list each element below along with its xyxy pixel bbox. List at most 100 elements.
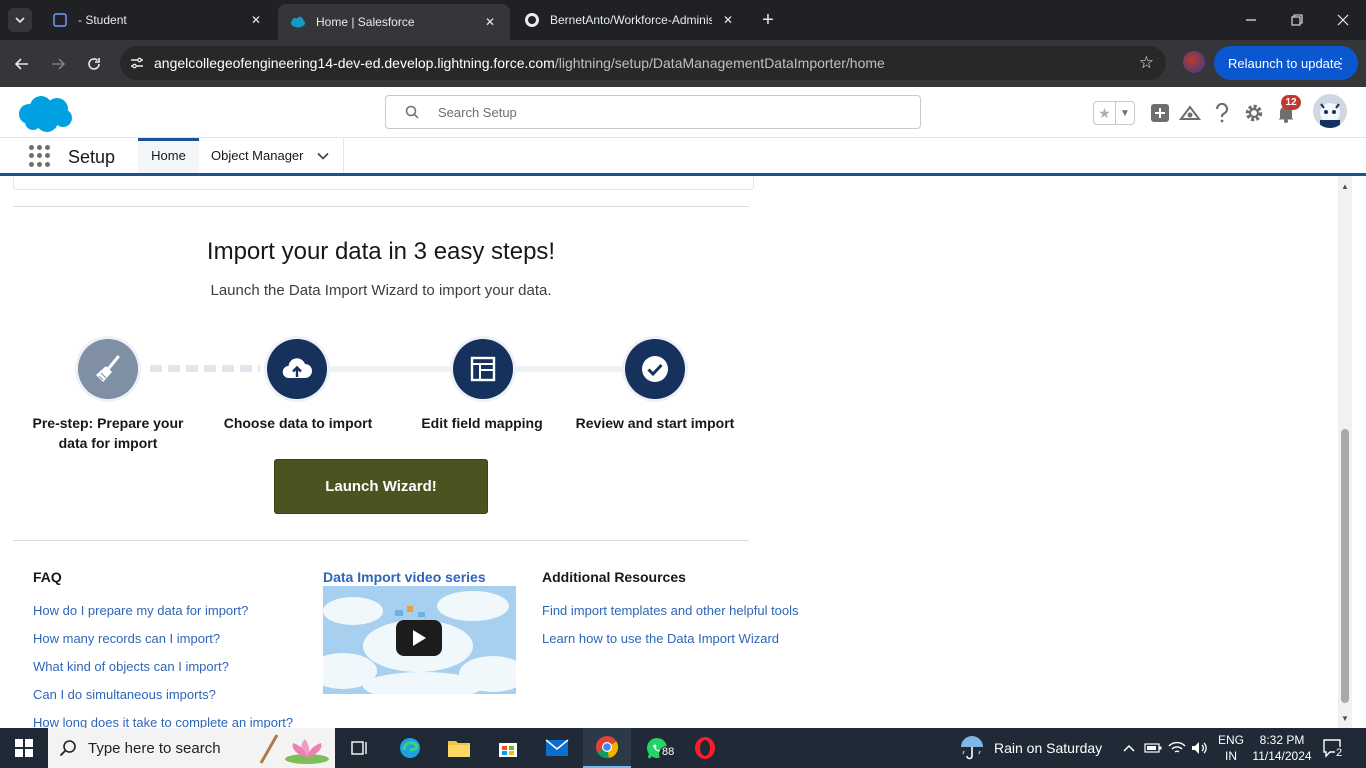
faq-link[interactable]: How many records can I import?: [33, 631, 220, 646]
github-icon: [525, 13, 539, 27]
edge-icon: [400, 738, 420, 758]
chevron-down-icon[interactable]: [317, 150, 329, 162]
minimize-button[interactable]: [1228, 0, 1274, 40]
more-vertical-icon: ⋮: [1334, 54, 1348, 71]
setup-app-navigation: Setup Home Object Manager: [0, 138, 1366, 176]
broom-icon: [96, 355, 120, 382]
setup-search-box[interactable]: [385, 95, 921, 129]
add-icon: [1151, 104, 1169, 122]
favorites-group: ★ ▼: [1093, 101, 1135, 125]
search-icon: [48, 739, 88, 757]
taskbar-clock[interactable]: 8:32 PM 11/14/2024: [1252, 732, 1312, 764]
close-window-button[interactable]: [1320, 0, 1366, 40]
previous-card-edge: [13, 176, 754, 190]
faq-link[interactable]: How long does it take to complete an imp…: [33, 715, 293, 728]
launch-wizard-button[interactable]: Launch Wizard!: [274, 459, 488, 514]
site-info-icon[interactable]: [120, 55, 154, 71]
step-prepare-label: Pre-step: Prepare your data for import: [28, 413, 188, 453]
browser-profile-avatar[interactable]: [1183, 51, 1205, 73]
taskbar-edge[interactable]: [386, 728, 434, 768]
battery-icon[interactable]: [1143, 738, 1163, 758]
help-button[interactable]: [1210, 101, 1234, 125]
faq-link[interactable]: Can I do simultaneous imports?: [33, 687, 216, 702]
arrow-left-icon: [14, 58, 28, 70]
additional-resources-heading: Additional Resources: [542, 569, 686, 585]
user-avatar[interactable]: [1313, 94, 1347, 128]
gear-icon: [1245, 104, 1263, 122]
step-prepare-label-line2: data for import: [58, 435, 158, 451]
chevron-down-icon: [15, 17, 25, 24]
scroll-thumb[interactable]: [1341, 429, 1349, 703]
faq-link[interactable]: How do I prepare my data for import?: [33, 603, 248, 618]
scroll-up-icon[interactable]: ▲: [1338, 179, 1352, 193]
lotus-illustration-icon: [259, 734, 329, 764]
favorites-dropdown-icon[interactable]: ▼: [1116, 102, 1134, 124]
tab-search-button[interactable]: [8, 8, 32, 32]
back-button[interactable]: [8, 50, 36, 78]
resource-link[interactable]: Learn how to use the Data Import Wizard: [542, 631, 779, 646]
taskbar-mail[interactable]: [533, 728, 581, 768]
weather-text: Rain on Saturday: [994, 740, 1103, 756]
tab-home[interactable]: Home: [138, 138, 199, 173]
salesforce-logo[interactable]: [15, 94, 75, 134]
app-name: Setup: [68, 147, 116, 167]
divider: [13, 540, 749, 541]
volume-icon[interactable]: [1190, 738, 1210, 758]
start-button[interactable]: [0, 728, 48, 768]
restore-button[interactable]: [1274, 0, 1320, 40]
import-steps-subtitle: Launch the Data Import Wizard to import …: [210, 282, 552, 299]
taskbar-search-placeholder: Type here to search: [88, 739, 221, 757]
astro-avatar-icon: [1313, 94, 1347, 128]
step-field-mapping-label: Edit field mapping: [421, 415, 543, 431]
close-icon[interactable]: ✕: [248, 12, 264, 28]
browser-toolbar: angelcollegeofengineering14-dev-ed.devel…: [0, 40, 1366, 87]
taskbar-search-box[interactable]: Type here to search: [48, 728, 335, 768]
trailhead-button[interactable]: [1178, 101, 1202, 125]
scroll-down-icon[interactable]: ▼: [1338, 711, 1352, 725]
close-icon[interactable]: ✕: [720, 12, 736, 28]
taskbar-file-explorer[interactable]: [435, 728, 483, 768]
resource-link[interactable]: Find import templates and other helpful …: [542, 603, 799, 618]
restore-icon: [1291, 14, 1303, 26]
relaunch-to-update-button[interactable]: Relaunch to update ⋮: [1214, 46, 1358, 80]
arrow-right-icon: [52, 58, 66, 70]
faq-link[interactable]: What kind of objects can I import?: [33, 659, 229, 674]
weather-widget[interactable]: Rain on Saturday: [958, 728, 1102, 768]
video-thumbnail[interactable]: [323, 586, 516, 694]
action-center-count: 2: [1335, 747, 1344, 759]
tab-home-salesforce[interactable]: Home | Salesforce ✕: [278, 4, 510, 40]
faq-heading: FAQ: [33, 569, 62, 585]
global-actions-button[interactable]: [1148, 101, 1172, 125]
video-series-link[interactable]: Data Import video series: [323, 569, 486, 585]
action-center-button[interactable]: 2: [1322, 738, 1346, 760]
tab-object-manager-label: Object Manager: [211, 148, 304, 163]
data-import-wizard-home: Import your data in 3 easy steps! Launch…: [0, 176, 1338, 728]
taskbar-opera[interactable]: [681, 728, 729, 768]
clock-date: 11/14/2024: [1252, 749, 1312, 763]
taskbar-whatsapp[interactable]: 88: [633, 728, 681, 768]
windows-logo-icon: [15, 739, 33, 757]
tab-github[interactable]: BernetAnto/Workforce-Administration ✕: [512, 0, 748, 40]
reload-button[interactable]: [80, 50, 108, 78]
bookmark-star-icon[interactable]: ☆: [1139, 53, 1154, 73]
play-button-icon[interactable]: [396, 620, 442, 656]
input-language-indicator[interactable]: ENG IN: [1218, 732, 1244, 764]
forward-button[interactable]: [44, 50, 72, 78]
tab-student[interactable]: - Student ✕: [40, 0, 276, 40]
tray-overflow-icon[interactable]: [1119, 738, 1139, 758]
step-connector: [330, 366, 454, 372]
address-bar[interactable]: angelcollegeofengineering14-dev-ed.devel…: [120, 46, 1166, 80]
wifi-icon[interactable]: [1167, 738, 1187, 758]
taskbar-store[interactable]: [484, 728, 532, 768]
close-icon[interactable]: ✕: [482, 14, 498, 30]
taskbar-chrome[interactable]: [583, 728, 631, 768]
setup-gear-button[interactable]: [1242, 101, 1266, 125]
app-launcher-icon[interactable]: [29, 145, 51, 167]
page-scrollbar[interactable]: ▲ ▼: [1338, 176, 1352, 728]
setup-search-input[interactable]: [438, 104, 898, 120]
tab-object-manager[interactable]: Object Manager: [199, 138, 344, 173]
task-view-button[interactable]: [336, 728, 384, 768]
favorite-star-icon[interactable]: ★: [1094, 102, 1116, 124]
new-tab-button[interactable]: +: [756, 8, 780, 32]
mail-icon: [545, 739, 569, 756]
